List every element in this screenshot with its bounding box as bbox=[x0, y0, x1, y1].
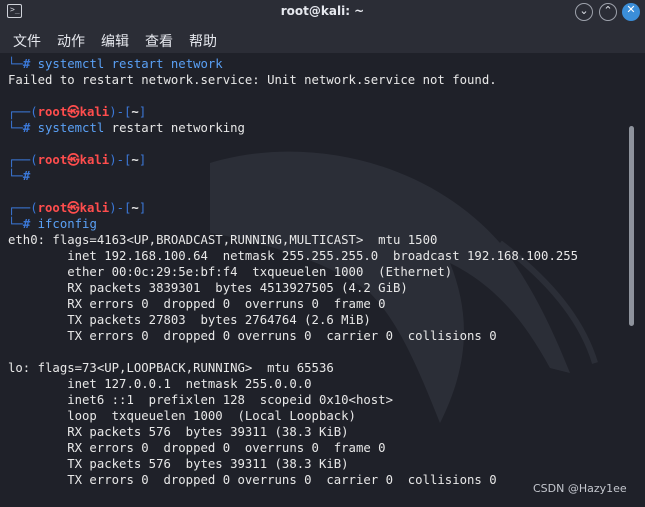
menu-edit[interactable]: 编辑 bbox=[101, 31, 129, 51]
menu-help[interactable]: 帮助 bbox=[189, 31, 217, 51]
command-line: └─# systemctl restart networking bbox=[8, 121, 245, 135]
output-line: lo: flags=73<UP,LOOPBACK,RUNNING> mtu 65… bbox=[8, 361, 334, 375]
menu-bar: 文件 动作 编辑 查看 帮助 bbox=[0, 25, 645, 53]
output-line: RX packets 3839301 bytes 4513927505 (4.2… bbox=[8, 281, 408, 295]
output-line: inet6 ::1 prefixlen 128 scopeid 0x10<hos… bbox=[8, 393, 393, 407]
close-button[interactable]: ✕ bbox=[622, 3, 640, 21]
scrollbar-thumb[interactable] bbox=[629, 126, 634, 326]
output-line: TX errors 0 dropped 0 overruns 0 carrier… bbox=[8, 473, 497, 487]
output-line: TX packets 27803 bytes 2764764 (2.6 MiB) bbox=[8, 313, 371, 327]
output-line: RX errors 0 dropped 0 overruns 0 frame 0 bbox=[8, 297, 386, 311]
output-line: RX packets 576 bytes 39311 (38.3 KiB) bbox=[8, 425, 349, 439]
output-line: TX errors 0 dropped 0 overruns 0 carrier… bbox=[8, 329, 497, 343]
terminal-line: └─# systemctl restart network bbox=[8, 57, 223, 71]
prompt-line: ┌──(root㉿kali)-[~] bbox=[8, 201, 147, 215]
output-line: TX packets 576 bytes 39311 (38.3 KiB) bbox=[8, 457, 349, 471]
menu-file[interactable]: 文件 bbox=[13, 31, 41, 51]
menu-action[interactable]: 动作 bbox=[57, 31, 85, 51]
watermark: CSDN @Hazy1ee bbox=[533, 482, 627, 495]
prompt-line: ┌──(root㉿kali)-[~] bbox=[8, 153, 147, 167]
title-bar: >_ root@kali: ~ ⌄ ⌃ ✕ bbox=[0, 0, 645, 25]
prompt-line: ┌──(root㉿kali)-[~] bbox=[8, 105, 147, 119]
output-line: eth0: flags=4163<UP,BROADCAST,RUNNING,MU… bbox=[8, 233, 438, 247]
terminal-area[interactable]: └─# systemctl restart network Failed to … bbox=[0, 53, 645, 507]
terminal-line: Failed to restart network.service: Unit … bbox=[8, 73, 497, 87]
menu-view[interactable]: 查看 bbox=[145, 31, 173, 51]
output-line: inet 192.168.100.64 netmask 255.255.255.… bbox=[8, 249, 579, 263]
output-line: RX errors 0 dropped 0 overruns 0 frame 0 bbox=[8, 441, 386, 455]
output-line: inet 127.0.0.1 netmask 255.0.0.0 bbox=[8, 377, 312, 391]
output-line: ether 00:0c:29:5e:bf:f4 txqueuelen 1000 … bbox=[8, 265, 453, 279]
command-line: └─# ifconfig bbox=[8, 217, 97, 231]
window-title: root@kali: ~ bbox=[280, 4, 365, 18]
command-line: └─# bbox=[8, 169, 38, 183]
output-line: loop txqueuelen 1000 (Local Loopback) bbox=[8, 409, 356, 423]
maximize-button[interactable]: ⌃ bbox=[599, 3, 617, 21]
minimize-button[interactable]: ⌄ bbox=[575, 3, 593, 21]
